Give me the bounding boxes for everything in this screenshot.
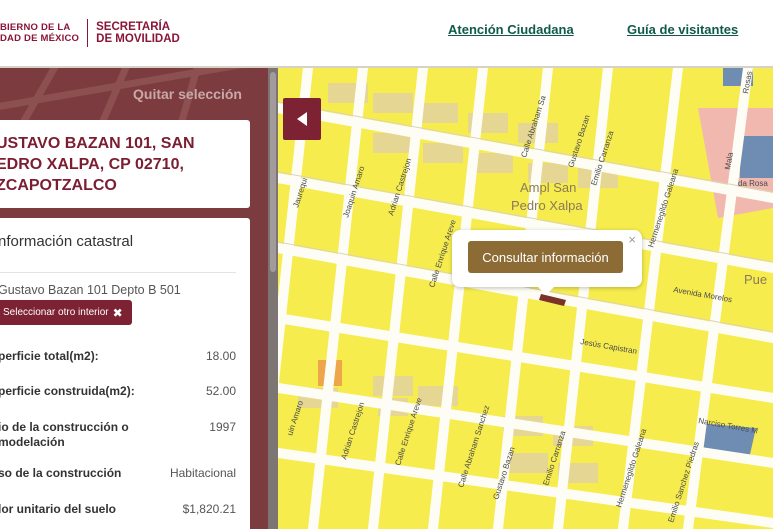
info-row-value: 18.00 [205,349,236,363]
address-card: USTAVO BAZAN 101, SAN EDRO XALPA, CP 027… [0,120,250,208]
map-label-colonia-2: Pedro Xalpa [511,198,583,213]
info-row-value: 1997 [209,420,236,434]
consultar-informacion-button[interactable]: Consultar información [468,241,623,273]
cadastral-info-title: nformación catastral [0,233,134,250]
info-row-value: 52.00 [205,384,236,398]
map-label-jesus-capistran: Jesús Capistran [580,337,638,356]
building [373,93,413,113]
map-canvas[interactable]: Ampl San Pedro Xalpa Avenida Morelos Jes… [278,68,773,529]
info-row-value: Habitacional [169,466,236,480]
info-row-label: so de la construcción [0,466,122,480]
close-icon[interactable]: × [628,232,636,247]
gobierno-logo[interactable]: BIERNO DE LA DAD DE MÉXICO SECRETARÍA DE… [0,18,180,48]
logo-gobierno-line1: BIERNO DE LA [0,22,71,33]
building [423,143,463,163]
building [473,153,513,173]
close-icon: ✖ [112,305,123,320]
app-header: BIERNO DE LA DAD DE MÉXICO SECRETARÍA DE… [0,0,773,68]
selected-address: USTAVO BAZAN 101, SAN EDRO XALPA, CP 027… [0,135,195,194]
map-label-juan-amaro: uin Amaro [285,399,305,437]
logo-gobierno-text: BIERNO DE LA DAD DE MÉXICO [0,22,79,44]
popup-pointer [538,287,554,295]
info-row-label: lor unitario del suelo [0,502,117,516]
blue-area [740,136,773,178]
chevron-left-icon [297,112,307,126]
map-label-rosa: da Rosa [738,179,768,188]
logo-gobierno-line2: DAD DE MÉXICO [0,33,80,44]
select-other-interior-label: Seleccionar otro interior [3,307,109,318]
map-label-adrian-2: Adrian Castrejon [339,401,366,460]
select-other-interior-button[interactable]: Seleccionar otro interior ✖ [0,300,132,325]
nav-atencion-ciudadana[interactable]: Atención Ciudadana [448,22,574,37]
map-popup: × Consultar información [452,230,642,295]
interior-name: Gustavo Bazan 101 Depto B 501 [0,283,181,297]
info-row-label: io de la construcción o modelación [0,420,129,449]
sidebar-scrollbar-thumb[interactable] [270,72,276,272]
info-row-label: perficie construida(m2): [0,384,135,398]
info-sidebar: Quitar selección USTAVO BAZAN 101, SAN E… [0,68,268,529]
logo-divider [87,19,89,47]
map-label-pue: Pue [744,272,767,287]
info-row-label: perficie total(m2): [0,349,99,363]
cadastral-info-card: nformación catastral Gustavo Bazan 101 D… [0,218,250,529]
map-view[interactable]: Ampl San Pedro Xalpa Avenida Morelos Jes… [278,68,773,529]
info-row-value: $1,820.21 [182,502,236,516]
collapse-sidebar-button[interactable] [283,98,321,140]
info-divider [0,272,236,273]
clear-selection-link[interactable]: Quitar selección [133,86,242,102]
building [418,103,458,123]
logo-secretaria-text: SECRETARÍA DE MOVILIDAD [96,21,180,46]
map-label-colonia-1: Ampl San [520,180,576,195]
nav-guia-visitantes[interactable]: Guía de visitantes [627,22,738,37]
street [278,312,773,404]
logo-secretaria-line1: SECRETARÍA [96,20,171,33]
logo-secretaria-line2: DE MOVILIDAD [96,33,180,45]
